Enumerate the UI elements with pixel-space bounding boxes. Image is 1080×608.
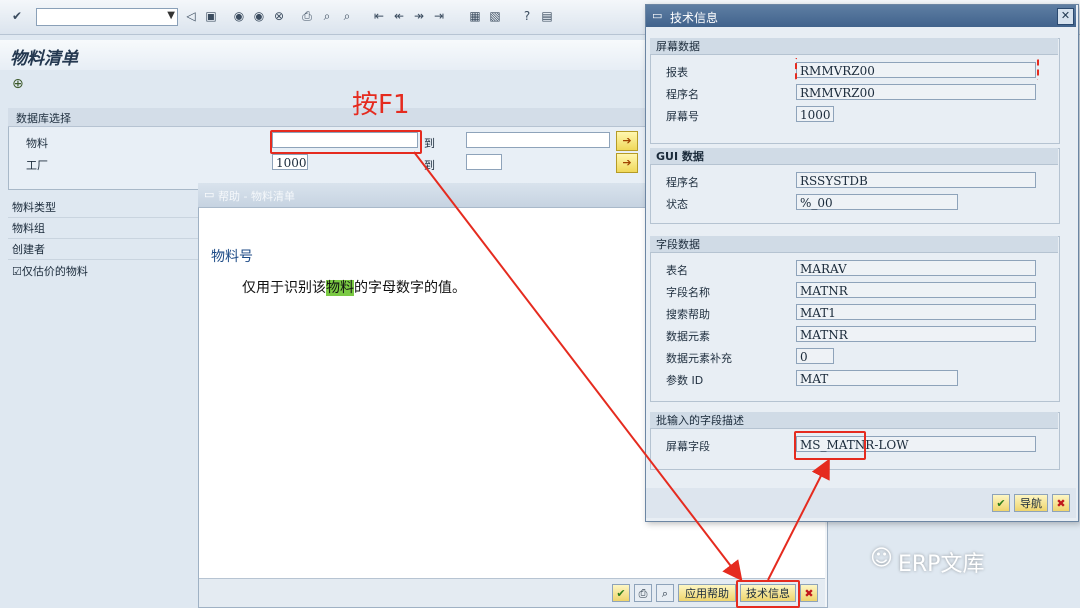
arrow-to-tech-info (413, 151, 743, 582)
wechat-icon: ☺ (870, 546, 893, 571)
arrow-to-screen-field (767, 458, 830, 581)
watermark: ERP文库 (898, 552, 985, 577)
annotation-arrows (413, 151, 830, 582)
